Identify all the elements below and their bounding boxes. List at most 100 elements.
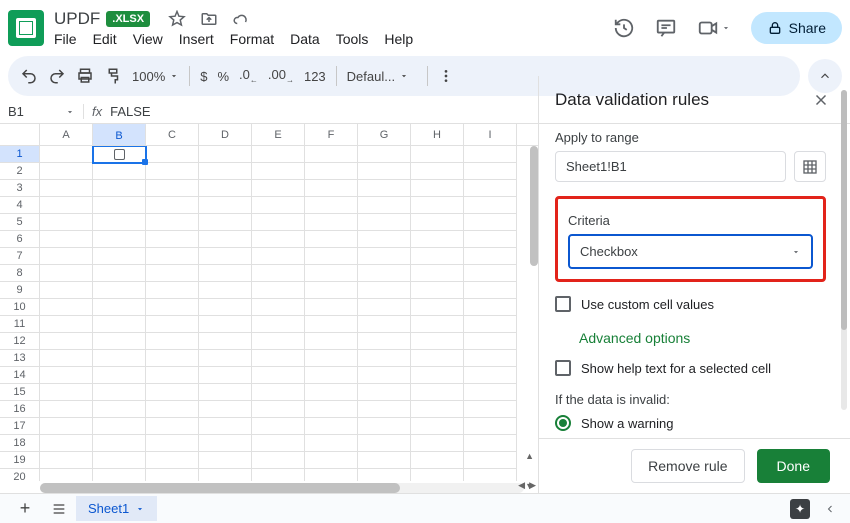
cell-F5[interactable] (305, 214, 358, 231)
cell-E1[interactable] (252, 146, 305, 163)
row-header-9[interactable]: 9 (0, 282, 40, 299)
cell-E14[interactable] (252, 367, 305, 384)
cell-G17[interactable] (358, 418, 411, 435)
cell-E5[interactable] (252, 214, 305, 231)
select-all-corner[interactable] (0, 124, 40, 145)
cell-G8[interactable] (358, 265, 411, 282)
cell-A19[interactable] (40, 452, 93, 469)
cell-E13[interactable] (252, 350, 305, 367)
row-header-7[interactable]: 7 (0, 248, 40, 265)
cell-I17[interactable] (464, 418, 517, 435)
col-header-F[interactable]: F (305, 124, 358, 145)
cell-G10[interactable] (358, 299, 411, 316)
cell-F16[interactable] (305, 401, 358, 418)
cell-D15[interactable] (199, 384, 252, 401)
row-header-17[interactable]: 17 (0, 418, 40, 435)
cell-C2[interactable] (146, 163, 199, 180)
cell-H12[interactable] (411, 333, 464, 350)
cell-B1[interactable] (93, 146, 146, 163)
cell-D16[interactable] (199, 401, 252, 418)
cell-I14[interactable] (464, 367, 517, 384)
font-select[interactable]: Defaul... (347, 69, 417, 84)
menu-view[interactable]: View (133, 31, 163, 47)
cell-B4[interactable] (93, 197, 146, 214)
row-header-5[interactable]: 5 (0, 214, 40, 231)
cell-H10[interactable] (411, 299, 464, 316)
cell-I7[interactable] (464, 248, 517, 265)
cell-F17[interactable] (305, 418, 358, 435)
percent-format[interactable]: % (217, 69, 229, 84)
col-header-B[interactable]: B (93, 124, 146, 145)
cell-G2[interactable] (358, 163, 411, 180)
menu-insert[interactable]: Insert (179, 31, 214, 47)
cell-E2[interactable] (252, 163, 305, 180)
cell-B8[interactable] (93, 265, 146, 282)
cell-H7[interactable] (411, 248, 464, 265)
cell-H8[interactable] (411, 265, 464, 282)
col-header-E[interactable]: E (252, 124, 305, 145)
cell-D8[interactable] (199, 265, 252, 282)
row-header-19[interactable]: 19 (0, 452, 40, 469)
cell-D11[interactable] (199, 316, 252, 333)
cloud-icon[interactable] (232, 10, 250, 28)
help-text-checkbox[interactable] (555, 360, 571, 376)
cell-C7[interactable] (146, 248, 199, 265)
currency-format[interactable]: $ (200, 69, 207, 84)
comment-icon[interactable] (655, 17, 677, 39)
move-icon[interactable] (200, 10, 218, 28)
cell-F7[interactable] (305, 248, 358, 265)
cell-E18[interactable] (252, 435, 305, 452)
cell-C8[interactable] (146, 265, 199, 282)
range-input[interactable]: Sheet1!B1 (555, 151, 786, 182)
cell-E9[interactable] (252, 282, 305, 299)
row-header-16[interactable]: 16 (0, 401, 40, 418)
menu-data[interactable]: Data (290, 31, 320, 47)
more-icon[interactable] (438, 68, 454, 84)
cell-C11[interactable] (146, 316, 199, 333)
vertical-scrollbar[interactable] (530, 146, 538, 266)
cell-B6[interactable] (93, 231, 146, 248)
cell-C14[interactable] (146, 367, 199, 384)
cell-B13[interactable] (93, 350, 146, 367)
menu-edit[interactable]: Edit (93, 31, 117, 47)
cell-C5[interactable] (146, 214, 199, 231)
cell-A17[interactable] (40, 418, 93, 435)
increase-decimal-icon[interactable]: .00→ (268, 67, 294, 85)
cell-F1[interactable] (305, 146, 358, 163)
close-icon[interactable] (812, 91, 830, 109)
cell-H9[interactable] (411, 282, 464, 299)
sheet-tab-sheet1[interactable]: Sheet1 (76, 496, 157, 521)
row-header-13[interactable]: 13 (0, 350, 40, 367)
cell-F4[interactable] (305, 197, 358, 214)
cell-H2[interactable] (411, 163, 464, 180)
cell-A2[interactable] (40, 163, 93, 180)
cell-I3[interactable] (464, 180, 517, 197)
cell-F3[interactable] (305, 180, 358, 197)
cell-C13[interactable] (146, 350, 199, 367)
cell-I11[interactable] (464, 316, 517, 333)
cell-F13[interactable] (305, 350, 358, 367)
cell-D9[interactable] (199, 282, 252, 299)
cell-G7[interactable] (358, 248, 411, 265)
col-header-D[interactable]: D (199, 124, 252, 145)
cell-B14[interactable] (93, 367, 146, 384)
cell-E12[interactable] (252, 333, 305, 350)
share-button[interactable]: Share (751, 12, 842, 44)
cell-A20[interactable] (40, 469, 93, 481)
advanced-options-link[interactable]: Advanced options (579, 330, 826, 346)
cell-E19[interactable] (252, 452, 305, 469)
cell-H6[interactable] (411, 231, 464, 248)
cell-G18[interactable] (358, 435, 411, 452)
cell-C15[interactable] (146, 384, 199, 401)
cell-A5[interactable] (40, 214, 93, 231)
cell-G1[interactable] (358, 146, 411, 163)
cell-I15[interactable] (464, 384, 517, 401)
cell-G4[interactable] (358, 197, 411, 214)
cell-G5[interactable] (358, 214, 411, 231)
cell-B19[interactable] (93, 452, 146, 469)
cell-G12[interactable] (358, 333, 411, 350)
add-sheet-button[interactable]: + (8, 498, 42, 519)
cell-F14[interactable] (305, 367, 358, 384)
cell-H11[interactable] (411, 316, 464, 333)
row-header-11[interactable]: 11 (0, 316, 40, 333)
